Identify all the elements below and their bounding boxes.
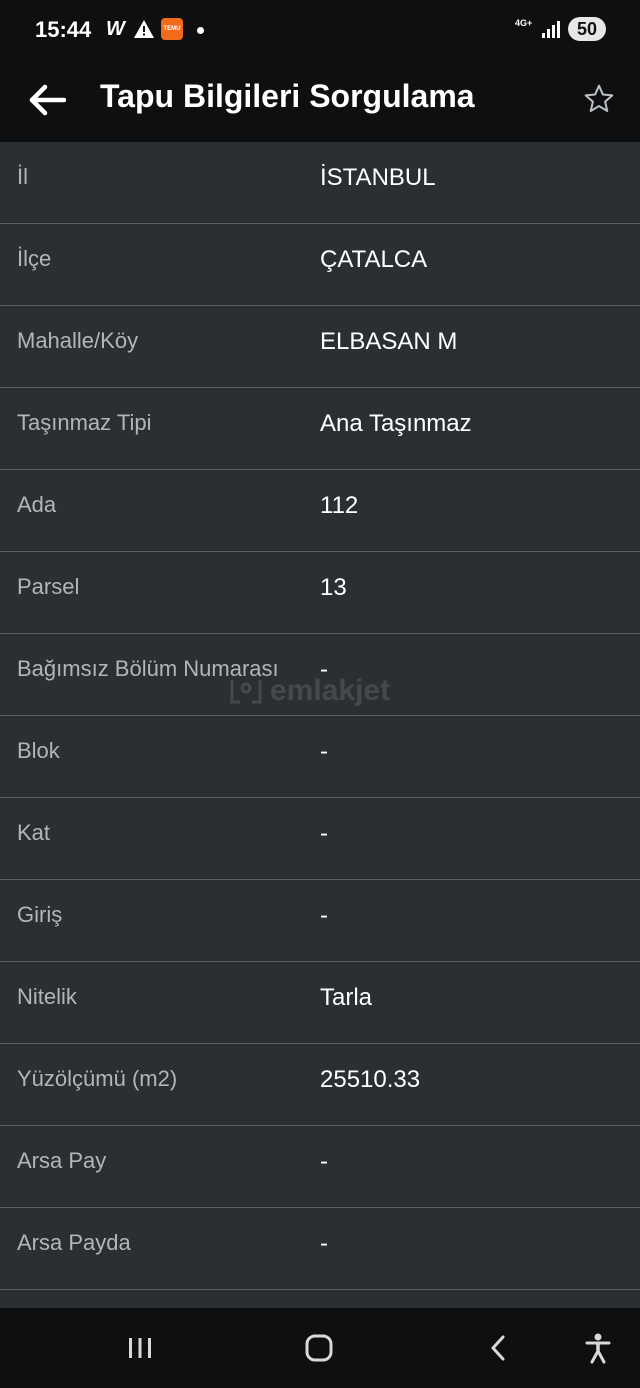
row-label: Taşınmaz Tipi: [17, 410, 152, 435]
app-bar: Tapu Bilgileri Sorgulama: [0, 58, 640, 142]
row-label: İlçe: [17, 246, 52, 271]
row-value: Ana Taşınmaz: [320, 410, 472, 437]
back-button[interactable]: [22, 76, 70, 124]
recent-apps-button[interactable]: [116, 1324, 164, 1372]
status-bar: 15:44 W TEMU 4G+ 50: [0, 0, 640, 58]
favorite-button[interactable]: [576, 76, 622, 122]
home-button[interactable]: [295, 1324, 343, 1372]
home-icon: [305, 1334, 333, 1362]
row-value: -: [320, 738, 328, 765]
info-row-il: İl İSTANBUL: [0, 142, 640, 224]
row-value: -: [320, 820, 328, 847]
info-row-blok: Blok -: [0, 716, 640, 798]
info-row-nitelik: Nitelik Tarla: [0, 962, 640, 1044]
temu-notification-icon: TEMU: [161, 18, 183, 40]
info-row-bagimsiz-bolum: Bağımsız Bölüm Numarası -: [0, 634, 640, 716]
info-row-arsa-payda: Arsa Payda -: [0, 1208, 640, 1290]
row-value: Tarla: [320, 984, 373, 1011]
info-row-giris: Giriş -: [0, 880, 640, 962]
warning-icon: [134, 20, 154, 38]
row-label: Mahalle/Köy: [17, 328, 139, 353]
star-icon: [584, 84, 614, 112]
row-label: Parsel: [17, 574, 80, 599]
info-row-yuzolcumu: Yüzölçümü (m2) 25510.33: [0, 1044, 640, 1126]
wikipedia-notification-icon: W: [106, 18, 125, 40]
row-value: 25510.33: [320, 1066, 421, 1093]
info-row-tasinmaz-tipi: Taşınmaz Tipi Ana Taşınmaz: [0, 388, 640, 470]
row-label: Yüzölçümü (m2): [17, 1066, 178, 1091]
info-row-kat: Kat -: [0, 798, 640, 880]
info-row-ada: Ada 112: [0, 470, 640, 552]
row-label: İl: [17, 164, 28, 189]
info-row-mahalle-koy: Mahalle/Köy ELBASAN M: [0, 306, 640, 388]
row-value: -: [320, 656, 328, 683]
row-value: -: [320, 902, 328, 929]
chevron-left-icon: [491, 1335, 505, 1361]
row-value: ÇATALCA: [320, 246, 428, 273]
row-value: ELBASAN M: [320, 328, 458, 355]
row-label: Nitelik: [17, 984, 77, 1009]
info-row-arsa-pay: Arsa Pay -: [0, 1126, 640, 1208]
info-row-partial: [0, 1290, 640, 1308]
network-type-label: 4G+: [515, 18, 533, 28]
row-value: -: [320, 1148, 328, 1175]
status-time: 15:44: [35, 17, 92, 42]
more-notifications-dot-icon: [197, 27, 204, 34]
info-row-parsel: Parsel 13: [0, 552, 640, 634]
info-row-ilce: İlçe ÇATALCA: [0, 224, 640, 306]
row-label: Giriş: [17, 902, 63, 927]
property-info-list: İl İSTANBUL İlçe ÇATALCA Mahalle/Köy ELB…: [0, 142, 640, 1308]
row-label: Blok: [17, 738, 60, 763]
row-label: Kat: [17, 820, 51, 845]
accessibility-icon: [585, 1333, 611, 1364]
page-title: Tapu Bilgileri Sorgulama: [100, 78, 475, 114]
recent-apps-icon: [129, 1338, 151, 1358]
accessibility-button[interactable]: [574, 1324, 622, 1372]
row-label: Bağımsız Bölüm Numarası: [17, 656, 279, 681]
row-value: 112: [320, 492, 359, 519]
battery-indicator: 50: [568, 17, 606, 41]
row-label: Arsa Payda: [17, 1230, 131, 1255]
row-value: İSTANBUL: [320, 164, 436, 191]
row-label: Arsa Pay: [17, 1148, 107, 1173]
row-label: Ada: [17, 492, 57, 517]
arrow-left-icon: [29, 84, 66, 116]
system-back-button[interactable]: [474, 1324, 522, 1372]
row-value: 13: [320, 574, 347, 601]
system-navigation-bar: [0, 1308, 640, 1388]
signal-strength-icon: [542, 21, 560, 38]
row-value: -: [320, 1230, 328, 1257]
